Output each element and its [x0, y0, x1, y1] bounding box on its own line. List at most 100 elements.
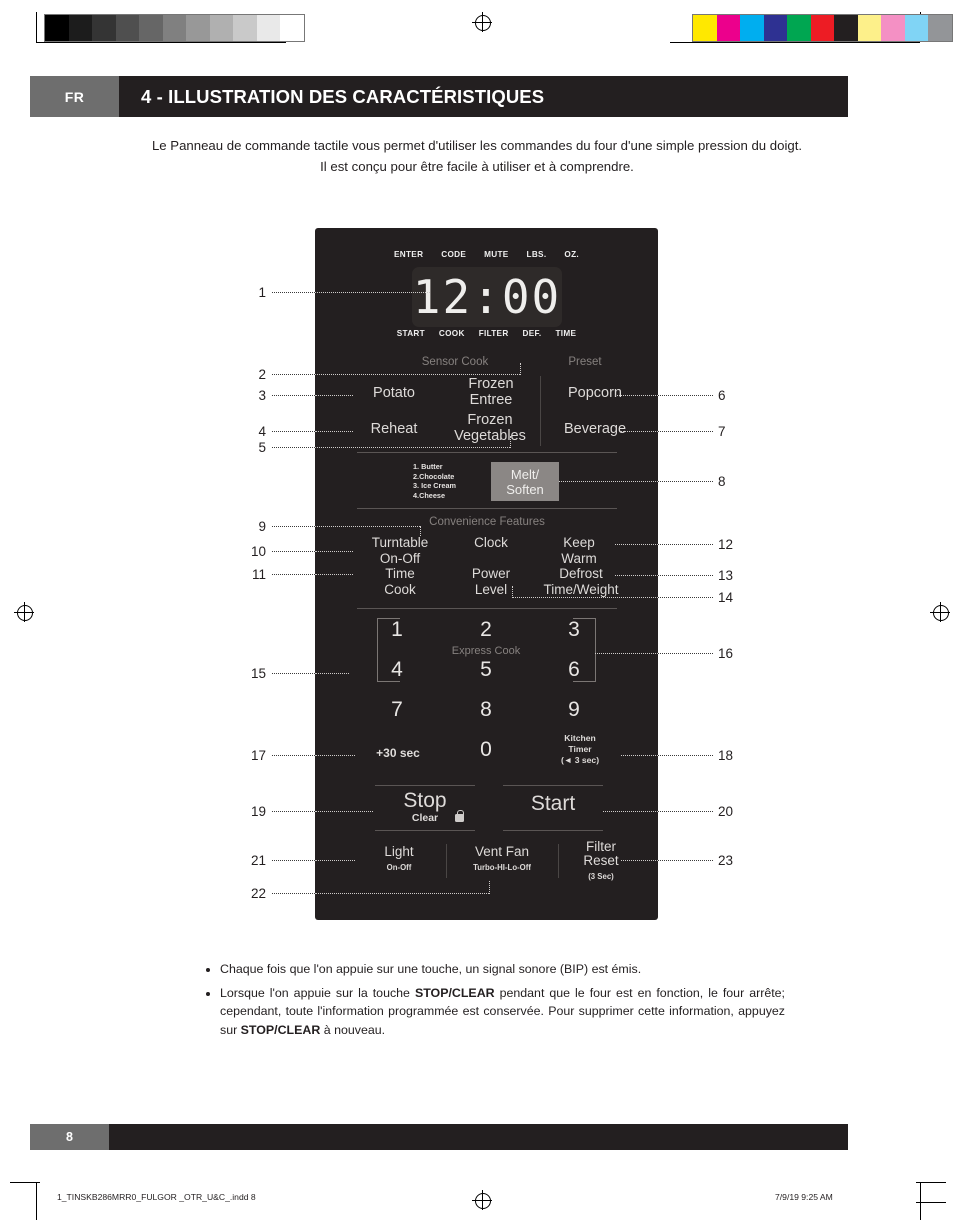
- indicator-cook: COOK: [438, 329, 465, 338]
- control-panel-illustration: ENTER CODE MUTE LBS. OZ. 12:00 START COO…: [315, 228, 658, 920]
- button-power-level[interactable]: Power Level: [449, 566, 533, 597]
- leader-8: [658, 481, 713, 482]
- keypad-key-5[interactable]: 5: [466, 658, 506, 682]
- button-filter-reset-line2: Reset: [583, 853, 619, 868]
- callout-11: 11: [251, 567, 266, 582]
- button-stop-label: Stop: [403, 789, 447, 812]
- grayscale-swatch-3: [115, 15, 139, 41]
- button-stop[interactable]: Stop: [375, 790, 475, 812]
- callout-4: 4: [258, 424, 266, 439]
- button-vent-fan[interactable]: Vent Fan Turbo-HI-Lo-Off: [450, 845, 554, 875]
- registration-crosshair-right: [930, 602, 950, 622]
- keypad-key-8[interactable]: 8: [466, 698, 506, 722]
- leader-in-16: [595, 653, 658, 654]
- manual-page: FR 4 - ILLUSTRATION DES CARACTÉRISTIQUES…: [0, 0, 954, 1226]
- keypad-key-9[interactable]: 9: [554, 698, 594, 722]
- button-potato[interactable]: Potato: [353, 385, 435, 402]
- keypad-key-1[interactable]: 1: [377, 618, 417, 642]
- leader-23: [658, 860, 713, 861]
- leader-17: [272, 755, 315, 756]
- callout-23: 23: [718, 853, 734, 868]
- leader-in-13: [615, 575, 658, 576]
- button-frozen-entree-line2: Entree: [469, 391, 513, 408]
- grayscale-swatch-5: [162, 15, 186, 41]
- grayscale-swatch-7: [209, 15, 233, 41]
- melt-option-butter: 1. Butter: [413, 462, 443, 471]
- leader-7: [658, 431, 713, 432]
- leader-in-3: [315, 395, 353, 396]
- leader-in-9: [315, 526, 420, 527]
- page-header: FR 4 - ILLUSTRATION DES CARACTÉRISTIQUES: [30, 76, 848, 117]
- button-plus-30-sec[interactable]: +30 sec: [357, 746, 439, 762]
- button-defrost-time-weight[interactable]: Defrost Time/Weight: [529, 566, 633, 597]
- note-item-1: Chaque fois que l'on appuie sur une touc…: [220, 960, 785, 979]
- keypad-key-2[interactable]: 2: [466, 618, 506, 642]
- rule-bottom-right-h2: [916, 1202, 946, 1203]
- button-vent-fan-line1: Vent Fan: [474, 844, 530, 859]
- page-number: 8: [30, 1124, 109, 1150]
- button-beverage[interactable]: Beverage: [543, 421, 647, 438]
- divider-below-start: [503, 830, 603, 831]
- file-info: 1_TINSKB286MRR0_FULGOR _OTR_U&C_.indd 8: [57, 1192, 256, 1202]
- button-light-on-off[interactable]: Light On-Off: [357, 845, 441, 875]
- note-item-2: Lorsque l'on appuie sur la touche STOP/C…: [220, 984, 785, 1040]
- leader-11: [272, 574, 315, 575]
- button-start[interactable]: Start: [503, 793, 603, 815]
- button-kitchen-timer[interactable]: Kitchen Timer (◄ 3 sec): [539, 733, 621, 766]
- button-filter-reset-line3: (3 Sec): [588, 872, 614, 881]
- button-frozen-vegetables[interactable]: Frozen Vegetables: [437, 412, 543, 444]
- divider-above-start: [503, 785, 603, 786]
- display-time-value: 12:00: [412, 270, 562, 324]
- keypad-key-0[interactable]: 0: [466, 738, 506, 762]
- leader-19: [272, 811, 315, 812]
- color-swatch-8: [881, 15, 905, 41]
- color-swatch-2: [740, 15, 764, 41]
- leader-in-19: [315, 811, 373, 812]
- intro-line-2: Il est conçu pour être facile à utiliser…: [320, 159, 634, 174]
- button-keep-warm[interactable]: Keep Warm: [537, 535, 621, 566]
- divider-above-stop: [375, 785, 475, 786]
- button-turntable-on-off[interactable]: Turntable On-Off: [353, 535, 447, 566]
- callout-2: 2: [258, 367, 266, 382]
- button-keep-warm-line2: Warm: [561, 550, 597, 566]
- display-indicators-top: ENTER CODE MUTE LBS. OZ.: [315, 250, 658, 259]
- button-time-cook[interactable]: Time Cook: [353, 566, 447, 597]
- grayscale-swatch-6: [186, 15, 210, 41]
- grayscale-swatch-2: [92, 15, 116, 41]
- callout-8: 8: [718, 474, 726, 489]
- button-reheat[interactable]: Reheat: [353, 421, 435, 438]
- keypad-key-7[interactable]: 7: [377, 698, 417, 722]
- button-clock[interactable]: Clock: [449, 535, 533, 551]
- callout-16: 16: [718, 646, 734, 661]
- grayscale-swatch-1: [68, 15, 92, 41]
- display-indicators-bottom: START COOK FILTER DEF. TIME: [315, 329, 658, 338]
- callout-18: 18: [718, 748, 734, 763]
- rule-bottom-right: [920, 1182, 921, 1220]
- leader-1: [272, 292, 315, 293]
- keypad-key-3[interactable]: 3: [554, 618, 594, 642]
- melt-option-cheese: 4.Cheese: [413, 490, 446, 500]
- button-frozen-entree[interactable]: Frozen Entree: [443, 376, 539, 408]
- indicator-time: TIME: [555, 329, 577, 338]
- leader-16: [658, 653, 713, 654]
- leader-20: [658, 811, 713, 812]
- button-turntable-line1: Turntable: [371, 535, 429, 550]
- color-registration-bar: [692, 14, 953, 42]
- leader-18: [658, 755, 713, 756]
- keypad-key-4[interactable]: 4: [377, 658, 417, 682]
- color-swatch-9: [904, 15, 928, 41]
- keypad-key-6[interactable]: 6: [554, 658, 594, 682]
- divider-below-stop: [375, 830, 475, 831]
- rule-bottom-left: [36, 1182, 37, 1220]
- leader-in-14v: [512, 586, 513, 598]
- button-filter-reset[interactable]: Filter Reset (3 Sec): [561, 840, 641, 884]
- intro-line-1: Le Panneau de commande tactile vous perm…: [151, 138, 803, 153]
- button-time-cook-line1: Time: [385, 566, 415, 581]
- leader-12: [658, 544, 713, 545]
- notes-list: Chaque fois que l'on appuie sur une touc…: [205, 960, 785, 1044]
- rule-bottom-left-h: [10, 1182, 40, 1183]
- button-melt-soften[interactable]: Melt/ Soften: [491, 462, 559, 501]
- button-light-line2: On-Off: [386, 863, 412, 872]
- button-popcorn[interactable]: Popcorn: [547, 385, 643, 402]
- note-2-part-1: Lorsque l'on appuie sur la touche: [220, 985, 415, 1000]
